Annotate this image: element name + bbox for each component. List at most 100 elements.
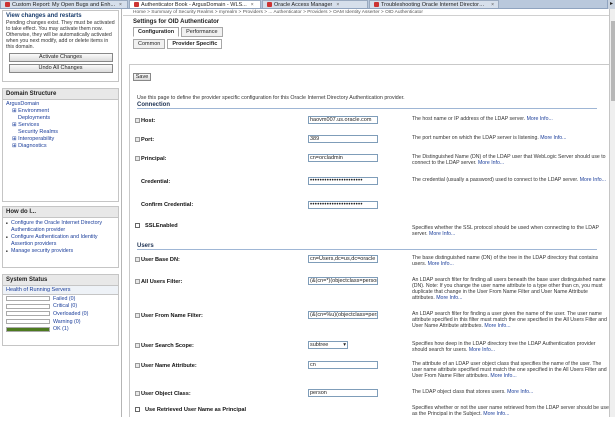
more-info-link[interactable]: More Info... [527, 116, 553, 122]
tab-configuration[interactable]: Configuration [133, 27, 180, 37]
tree-item-interoperability[interactable]: ⊞ Interoperability [6, 136, 115, 143]
system-status: System Status Health of Running Servers … [2, 274, 119, 346]
close-icon[interactable]: × [119, 2, 122, 8]
field-row-ssl: SSLEnabled Specifies whether the SSL pro… [123, 221, 615, 239]
field-icon [135, 137, 140, 142]
change-center-title[interactable]: View changes and restarts [3, 11, 118, 20]
status-row-failed[interactable]: Failed (0) [3, 295, 118, 303]
browser-tab-troubleshooting[interactable]: Troubleshooting Oracle Internet Director… [369, 0, 499, 8]
change-center: View changes and restarts Pending change… [2, 10, 119, 82]
intro-text: Use this page to define the provider spe… [137, 95, 405, 101]
principal-input[interactable]: cn=orcladmin [308, 154, 378, 162]
config-subtabs: Common Provider Specific [133, 39, 615, 49]
more-info-link[interactable]: More Info... [436, 295, 462, 301]
user-object-class-input[interactable]: person [308, 389, 378, 397]
status-row-critical[interactable]: Critical (0) [3, 303, 118, 311]
how-do-i: How do I... Configure the Oracle Interne… [2, 206, 119, 268]
tab-common[interactable]: Common [133, 39, 166, 49]
host-input[interactable]: haovm007.us.oracle.com [308, 116, 378, 124]
close-icon[interactable]: × [491, 2, 494, 8]
tab-provider-specific[interactable]: Provider Specific [167, 39, 223, 49]
more-info-link[interactable]: More Info... [428, 261, 454, 267]
browser-tab-custom-report[interactable]: Custom Report: My Open Bugs and Enh... × [0, 0, 128, 8]
tree-item-environment[interactable]: ⊞ Environment [6, 108, 115, 115]
field-desc: The attribute of an LDAP user object cla… [412, 361, 607, 379]
oracle-icon [267, 2, 272, 7]
tab-scroll-right-icon[interactable]: ▸ [607, 0, 615, 9]
field-desc: An LDAP search filter for finding all us… [412, 277, 606, 301]
how-do-i-link[interactable]: Configure Authentication and Identity As… [6, 234, 115, 247]
browser-tab-label: Custom Report: My Open Bugs and Enh... [12, 1, 116, 8]
status-row-warning[interactable]: Warning (0) [3, 318, 118, 326]
field-icon [135, 313, 140, 318]
more-info-link[interactable]: More Info... [478, 160, 504, 166]
more-info-link[interactable]: More Info... [507, 389, 533, 395]
field-label: Principal: [141, 156, 167, 162]
browser-tab-bar: Custom Report: My Open Bugs and Enh... ×… [0, 0, 615, 9]
how-do-i-link[interactable]: Manage security providers [6, 248, 115, 255]
status-row-overloaded[interactable]: Overloaded (0) [3, 310, 118, 318]
user-search-scope-select[interactable]: subtree ▾ [308, 341, 348, 349]
more-info-link[interactable]: More Info... [469, 347, 495, 353]
confirm-credential-input[interactable]: •••••••••••••••••••••• [308, 201, 378, 209]
field-label: All Users Filter: [141, 279, 183, 285]
user-name-attribute-input[interactable]: cn [308, 361, 378, 369]
more-info-link[interactable]: More Info... [484, 323, 510, 329]
field-row-credential: Credential: •••••••••••••••••••••• The c… [123, 177, 615, 195]
field-icon [135, 257, 140, 262]
credential-input[interactable]: •••••••••••••••••••••• [308, 177, 378, 185]
field-row-user-from-name-filter: User From Name Filter: (&(cn=%u)(objectc… [123, 311, 615, 329]
field-row-user-search-scope: User Search Scope: subtree ▾ Specifies ho… [123, 341, 615, 359]
tree-item-services[interactable]: ⊞ Services [6, 122, 115, 129]
browser-tab-oam[interactable]: Oracle Access Manager × [262, 0, 368, 8]
oracle-icon [374, 2, 379, 7]
tree-item-security-realms[interactable]: Security Realms [6, 129, 115, 136]
field-desc: Specifies how deep in the LDAP directory… [412, 341, 596, 353]
port-input[interactable]: 389 [308, 135, 378, 143]
field-label: User Name Attribute: [141, 363, 197, 369]
bug-icon [5, 2, 10, 7]
field-label: Credential: [141, 179, 171, 185]
user-base-dn-input[interactable]: cn=Users,dc=us,dc=oracle [308, 255, 378, 263]
browser-tab-authenticator[interactable]: Authenticator Book - ArgusDomain - WLS..… [129, 0, 261, 8]
tree-root[interactable]: ArgusDomain [6, 101, 115, 108]
how-do-i-link[interactable]: Configure the Oracle Internet Directory … [6, 220, 115, 233]
main-content: Home > Summary of Security Realms > myre… [123, 9, 615, 417]
close-icon[interactable]: × [251, 2, 254, 8]
config-tabs: Configuration Performance [133, 27, 615, 37]
user-from-name-filter-input[interactable]: (&(cn=%u)(objectclass=person [308, 311, 378, 319]
field-icon [135, 343, 140, 348]
field-label: User From Name Filter: [141, 313, 203, 319]
more-info-link[interactable]: More Info... [483, 411, 509, 417]
status-row-ok[interactable]: OK (1) [3, 325, 118, 333]
scrollbar-thumb[interactable] [611, 21, 615, 101]
activate-changes-button[interactable]: Activate Changes [8, 53, 113, 62]
more-info-link[interactable]: More Info... [580, 177, 606, 183]
more-info-link[interactable]: More Info... [540, 135, 566, 141]
tree-item-diagnostics[interactable]: ⊞ Diagnostics [6, 143, 115, 150]
field-label: SSLEnabled [145, 223, 178, 229]
browser-tab-label: Oracle Access Manager [274, 1, 333, 8]
tab-performance[interactable]: Performance [181, 27, 223, 37]
page-title: Settings for OID Authenticator [133, 19, 220, 25]
field-row-host: Host: haovm007.us.oracle.com The host na… [123, 116, 615, 134]
close-icon[interactable]: × [336, 2, 339, 8]
status-bar [6, 319, 50, 325]
more-info-link[interactable]: More Info... [490, 373, 516, 379]
tree-item-deployments[interactable]: Deployments [6, 115, 115, 122]
chevron-down-icon[interactable]: ▾ [343, 342, 346, 348]
save-button[interactable]: Save [133, 73, 151, 81]
more-info-link[interactable]: More Info... [429, 231, 455, 237]
all-users-filter-input[interactable]: (&(cn=*)(objectclass=person [308, 277, 378, 285]
vertical-scrollbar[interactable] [609, 9, 615, 417]
field-desc: An LDAP search filter for finding a user… [412, 311, 607, 329]
ssl-enabled-checkbox[interactable] [135, 223, 140, 228]
field-label: Port: [141, 137, 155, 143]
field-icon [135, 156, 140, 161]
use-retrieved-user-name-checkbox[interactable] [135, 407, 140, 412]
undo-all-changes-button[interactable]: Undo All Changes [8, 64, 113, 73]
breadcrumb[interactable]: Home > Summary of Security Realms > myre… [123, 9, 615, 16]
field-row-all-users-filter: All Users Filter: (&(cn=*)(objectclass=p… [123, 277, 615, 301]
system-status-title: System Status [3, 275, 118, 286]
field-label: User Base DN: [141, 257, 180, 263]
